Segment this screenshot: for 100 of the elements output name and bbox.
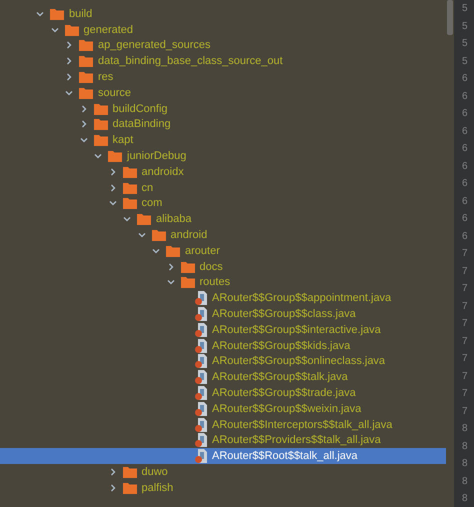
tree-item[interactable]: buildConfig xyxy=(0,100,446,117)
tree-item[interactable]: kapt xyxy=(0,132,446,148)
tree-item[interactable]: ARouter$$Providers$$talk_all.java xyxy=(0,432,446,448)
chevron-icon[interactable] xyxy=(80,136,88,144)
chevron-icon[interactable] xyxy=(65,57,73,66)
line-number: 8 xyxy=(461,474,469,488)
chevron-icon[interactable] xyxy=(80,104,88,113)
tree-item-label: routes xyxy=(200,276,230,288)
java-file-icon xyxy=(195,307,207,322)
chevron-icon[interactable] xyxy=(50,26,58,34)
line-number: 6 xyxy=(461,90,469,104)
tree-item[interactable]: ap_generated_sources xyxy=(0,38,446,54)
tree-item[interactable]: ARouter$$Group$$class.java xyxy=(0,306,446,322)
tree-item-label: buildConfig xyxy=(112,102,168,115)
line-number: 7 xyxy=(461,264,469,278)
tree-item[interactable]: android xyxy=(0,227,446,243)
java-file-icon xyxy=(195,322,207,337)
chevron-icon[interactable] xyxy=(80,120,88,128)
tree-item[interactable]: res xyxy=(0,69,446,85)
tree-item[interactable]: build xyxy=(0,6,446,22)
tree-item[interactable]: data_binding_base_class_source_out xyxy=(0,53,446,70)
folder-icon xyxy=(122,166,136,178)
tree-item-label: build xyxy=(69,8,92,20)
line-number: 5 xyxy=(461,37,469,51)
line-number: 8 xyxy=(461,422,469,436)
tree-item[interactable]: androidx xyxy=(0,164,446,180)
chevron-icon[interactable] xyxy=(108,468,116,476)
chevron-icon[interactable] xyxy=(108,168,116,176)
tree-item[interactable]: palfish xyxy=(0,480,446,496)
tree-item[interactable]: ARouter$$Root$$talk_all.java xyxy=(0,448,446,464)
tree-item[interactable]: generated xyxy=(0,22,446,38)
folder-icon xyxy=(152,229,166,242)
line-number: 7 xyxy=(461,352,469,366)
tree-item[interactable]: alibaba xyxy=(0,211,446,228)
tree-item[interactable]: com xyxy=(0,196,446,212)
line-number: 7 xyxy=(461,370,469,384)
line-number: 6 xyxy=(461,212,469,226)
tree-item[interactable]: ARouter$$Group$$weixin.java xyxy=(0,400,446,417)
chevron-icon[interactable] xyxy=(108,184,116,192)
tree-item-label: alibaba xyxy=(156,213,192,226)
tree-item-label: ARouter$$Group$$appointment.java xyxy=(212,292,392,304)
line-number: 5 xyxy=(461,54,469,68)
java-file-icon xyxy=(195,338,207,353)
line-number: 6 xyxy=(461,160,469,174)
folder-icon xyxy=(94,102,108,115)
folder-icon xyxy=(180,276,194,288)
java-file-icon xyxy=(195,354,207,368)
chevron-icon[interactable] xyxy=(138,231,146,240)
tree-item-label: ARouter$$Group$$trade.java xyxy=(212,387,356,400)
tree-item[interactable]: ARouter$$Group$$interactive.java xyxy=(0,322,446,338)
tree-item[interactable]: ARouter$$Group$$kids.java xyxy=(0,338,446,354)
chevron-icon[interactable] xyxy=(166,278,174,286)
chevron-icon[interactable] xyxy=(108,484,116,492)
chevron-icon[interactable] xyxy=(123,215,131,224)
folder-icon xyxy=(79,55,93,68)
chevron-icon[interactable] xyxy=(166,262,174,271)
folder-icon xyxy=(50,8,64,20)
chevron-icon[interactable] xyxy=(36,10,44,18)
tree-item[interactable]: routes xyxy=(0,274,446,290)
folder-icon xyxy=(94,134,108,146)
tree-item[interactable]: ARouter$$Group$$trade.java xyxy=(0,385,446,401)
java-file-icon xyxy=(195,418,207,432)
tree-item[interactable]: duwo xyxy=(0,464,446,480)
chevron-icon[interactable] xyxy=(65,73,73,82)
tree-item-label: ARouter$$Group$$class.java xyxy=(212,308,356,320)
tree-item-label: ARouter$$Group$$onlineclass.java xyxy=(212,355,386,368)
folder-icon xyxy=(122,182,136,194)
chevron-icon[interactable] xyxy=(65,41,73,50)
tree-item-label: generated xyxy=(84,24,134,36)
tree-item-label: source xyxy=(98,86,132,99)
tree-item-label: ARouter$$Providers$$talk_all.java xyxy=(212,434,381,446)
tree-item[interactable]: dataBinding xyxy=(0,116,446,132)
tree-item[interactable]: ARouter$$Group$$onlineclass.java xyxy=(0,354,446,370)
line-number: 7 xyxy=(461,334,469,348)
tree-item[interactable]: juniorDebug xyxy=(0,148,446,164)
tree-item[interactable]: cn xyxy=(0,180,446,196)
tree-item[interactable]: ARouter$$Interceptors$$talk_all.java xyxy=(0,416,446,433)
tree-item-label: duwo xyxy=(142,466,168,478)
chevron-icon[interactable] xyxy=(152,246,160,255)
line-number: 7 xyxy=(461,282,469,296)
tree-item-label: ARouter$$Group$$interactive.java xyxy=(212,324,381,336)
tree-item-label: palfish xyxy=(142,482,174,494)
folder-icon xyxy=(122,197,136,210)
tree-item[interactable]: ARouter$$Group$$appointment.java xyxy=(0,290,446,306)
folder-icon xyxy=(79,71,93,84)
java-file-icon xyxy=(195,291,207,306)
tree-item[interactable]: ARouter$$Group$$talk.java xyxy=(0,369,446,386)
tree-item[interactable]: source xyxy=(0,84,446,101)
chevron-icon[interactable] xyxy=(108,199,116,208)
chevron-icon[interactable] xyxy=(65,88,73,97)
line-number: 7 xyxy=(461,404,469,418)
line-number: 8 xyxy=(461,492,469,506)
tree-item[interactable]: docs xyxy=(0,258,446,275)
line-number: 7 xyxy=(461,387,469,401)
line-number: 6 xyxy=(461,107,469,121)
folder-icon xyxy=(122,482,136,494)
chevron-icon[interactable] xyxy=(94,152,102,160)
line-number: 5 xyxy=(461,2,469,16)
scrollbar-thumb[interactable] xyxy=(447,0,453,35)
tree-item[interactable]: arouter xyxy=(0,242,446,259)
